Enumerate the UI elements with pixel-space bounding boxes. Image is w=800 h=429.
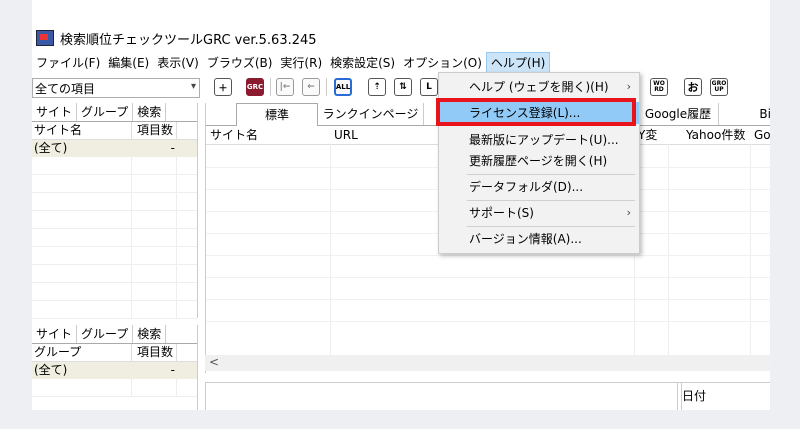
sort-button[interactable]: ⇅ (394, 78, 412, 96)
upload-button[interactable]: ⇡ (368, 78, 386, 96)
group-button[interactable]: GRO UP (710, 78, 728, 96)
table-row[interactable]: (全て) - (32, 140, 197, 157)
first-button[interactable]: |← (276, 78, 294, 96)
menu-item-label: 最新版にアップデート(U)... (469, 133, 619, 147)
app-logo-icon (36, 30, 54, 46)
row-group-name: (全て) (34, 363, 68, 377)
menu-search-settings[interactable]: 検索設定(S) (326, 54, 399, 71)
col-date[interactable]: 日付 (682, 387, 706, 404)
chevron-left-icon[interactable]: < (209, 355, 219, 369)
menu-item-data-folder[interactable]: データフォルダ(D)... (439, 176, 639, 198)
menu-item-label: バージョン情報(A)... (469, 232, 582, 246)
grid-line (206, 255, 770, 256)
menu-help[interactable]: ヘルプ(H) (485, 51, 551, 73)
row-item-count: - (170, 141, 175, 155)
tab-site[interactable]: サイト (32, 325, 78, 343)
col-url[interactable]: URL (334, 126, 358, 144)
title-bar: 検索順位チェックツールGRC ver.5.63.245 (32, 28, 770, 48)
menu-separator (467, 226, 635, 227)
tab-bing[interactable]: Bin (754, 103, 770, 125)
add-item-button[interactable]: ＋ (214, 78, 232, 96)
first-icon: |← (279, 82, 291, 92)
chevron-right-icon: › (626, 206, 631, 219)
grid-line (668, 144, 669, 359)
toolbar: 全ての項目 ▾ ＋ GRC |← ← ALL ⇡ ⇅ L WO RD お GRO… (32, 76, 770, 100)
row-item-count: - (170, 363, 175, 377)
tab-google-history[interactable]: Google履歴 (638, 103, 719, 125)
menu-item-label: 更新履歴ページを開く(H) (469, 154, 608, 168)
toolbar-icon: L (426, 82, 432, 92)
menu-run[interactable]: 実行(R) (276, 54, 326, 71)
callout-highlight-box (436, 98, 636, 126)
menu-item-update[interactable]: 最新版にアップデート(U)... (439, 129, 639, 151)
item-filter-value: 全ての項目 (35, 81, 96, 96)
grid-line (206, 299, 770, 300)
menu-options[interactable]: オプション(O) (399, 54, 486, 71)
site-grid-header: サイト名 項目数 (32, 122, 197, 140)
grid-line (206, 277, 770, 278)
upload-icon: ⇡ (373, 82, 381, 92)
all-button[interactable]: ALL (334, 78, 352, 96)
tab-search[interactable]: 検索 (133, 103, 167, 121)
prev-button[interactable]: ← (302, 78, 320, 96)
arrow-left-icon: ← (307, 82, 315, 92)
grid-line (330, 144, 331, 359)
menu-separator (467, 200, 635, 201)
sort-icon: ⇅ (399, 82, 407, 92)
col-site-name[interactable]: サイト名 (32, 122, 132, 139)
grc-button[interactable]: GRC (246, 78, 264, 96)
col-site-name[interactable]: サイト名 (210, 126, 258, 144)
row-site-name: (全て) (34, 141, 68, 155)
item-filter-select[interactable]: 全ての項目 ▾ (32, 78, 200, 98)
tab-group[interactable]: グループ (77, 103, 134, 121)
tab-standard[interactable]: 標準 (236, 103, 318, 126)
menu-separator (467, 174, 635, 175)
col-item-count[interactable]: 項目数 (132, 122, 177, 139)
site-panel-tabs: サイト グループ 検索 (32, 103, 197, 122)
tab-search[interactable]: 検索 (133, 325, 167, 343)
group-panel-tabs: サイト グループ 検索 (32, 325, 197, 344)
toolbar-divider (270, 78, 271, 96)
word-button[interactable]: WO RD (650, 78, 668, 96)
menu-view[interactable]: 表示(V) (153, 54, 203, 71)
o-button[interactable]: お (684, 78, 702, 96)
menu-file[interactable]: ファイル(F) (32, 54, 104, 71)
col-google[interactable]: Go (754, 126, 770, 144)
col-yahoo-count[interactable]: Yahoo件数 (686, 126, 745, 144)
menu-item-label: ヘルプ (ウェブを開く)(H) (469, 80, 609, 94)
more-button[interactable]: L (420, 78, 438, 96)
group-grid-header: グループ 項目数 (32, 344, 197, 362)
date-pane: 日付 (677, 382, 770, 410)
menu-item-changelog[interactable]: 更新履歴ページを開く(H) (439, 150, 639, 172)
site-grid-empty (32, 157, 197, 319)
tab-site[interactable]: サイト (32, 103, 78, 121)
menu-item-support[interactable]: サポート(S) › (439, 202, 639, 224)
col-yahoo-change[interactable]: Y変 (638, 126, 657, 144)
col-item-count[interactable]: 項目数 (132, 344, 177, 361)
horizontal-scrollbar[interactable]: < (205, 355, 770, 371)
table-row[interactable]: (全て) - (32, 362, 197, 379)
grid-line (750, 144, 751, 359)
menu-bar: ファイル(F) 編集(E) 表示(V) ブラウズ(B) 実行(R) 検索設定(S… (32, 51, 770, 73)
menu-item-help-web[interactable]: ヘルプ (ウェブを開く)(H) › (439, 76, 639, 98)
grid-line (206, 321, 770, 322)
menu-browse[interactable]: ブラウズ(B) (203, 54, 277, 71)
app-window: 検索順位チェックツールGRC ver.5.63.245 ファイル(F) 編集(E… (32, 0, 770, 410)
menu-edit[interactable]: 編集(E) (104, 54, 153, 71)
tab-rank-in-page[interactable]: ランクインページ (318, 103, 424, 125)
menu-item-label: サポート(S) (469, 206, 534, 220)
col-group[interactable]: グループ (32, 344, 132, 361)
window-title: 検索順位チェックツールGRC ver.5.63.245 (60, 32, 317, 48)
menu-item-version[interactable]: バージョン情報(A)... (439, 228, 639, 250)
add-icon: ＋ (218, 83, 228, 94)
menu-item-label: データフォルダ(D)... (469, 180, 584, 194)
group-panel: サイト グループ 検索 グループ 項目数 (全て) - (32, 325, 198, 410)
detail-pane (205, 382, 682, 410)
chevron-right-icon: › (626, 80, 631, 93)
chevron-down-icon[interactable]: ▾ (191, 81, 196, 92)
tab-group[interactable]: グループ (77, 325, 134, 343)
toolbar-divider (326, 78, 327, 96)
site-panel: サイト グループ 検索 サイト名 項目数 (全て) - (32, 103, 198, 319)
